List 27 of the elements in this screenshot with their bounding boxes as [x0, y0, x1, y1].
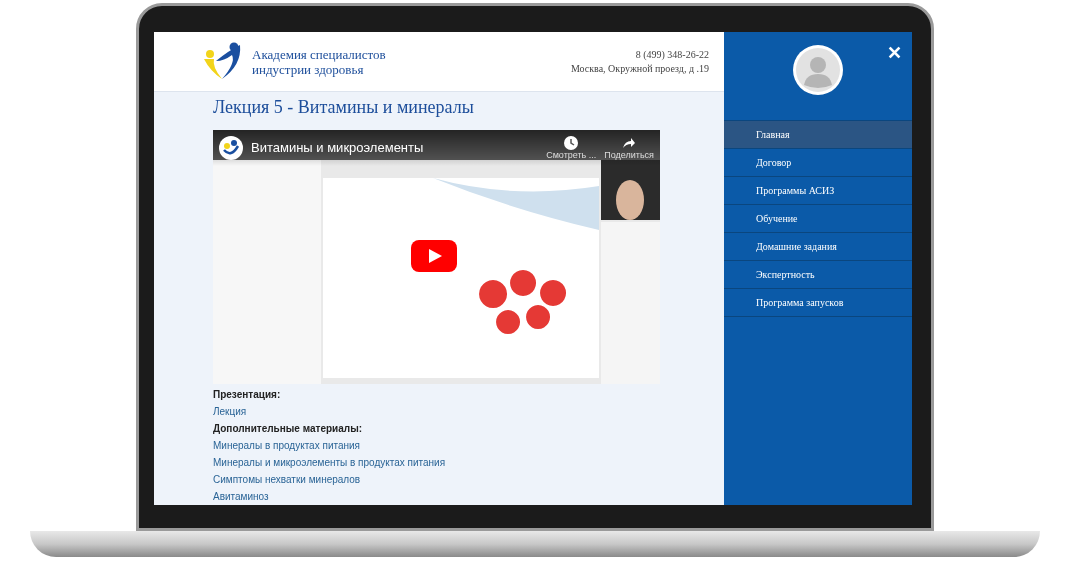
menu-item[interactable]: Главная — [724, 121, 912, 149]
menu-item[interactable]: Экспертность — [724, 261, 912, 289]
menu-item[interactable]: Программы АСИЗ — [724, 177, 912, 205]
menu-item[interactable]: Программа запусков — [724, 289, 912, 317]
material-link[interactable]: Лекция — [213, 403, 247, 420]
academy-name: Академия специалистов индустрии здоровья — [252, 46, 386, 77]
video-player[interactable]: Витамины и микроэлементы Смотреть ... Поделиться — [213, 130, 660, 384]
clock-icon[interactable] — [564, 135, 579, 150]
watch-later-label[interactable]: Смотреть ... — [546, 149, 597, 161]
lecture-title: Лекция 5 - Витамины и минералы — [213, 96, 475, 118]
share-label[interactable]: Поделиться — [604, 149, 654, 161]
menu-item[interactable]: Обучение — [724, 205, 912, 233]
material-link[interactable]: Симптомы нехватки минералов — [213, 471, 361, 488]
channel-avatar-icon — [219, 136, 243, 160]
play-icon[interactable] — [411, 240, 457, 272]
video-title: Витамины и микроэлементы — [251, 139, 425, 158]
menu-item[interactable]: Договор — [724, 149, 912, 177]
section-heading: Дополнительные материалы: — [213, 422, 363, 436]
close-button[interactable]: ✕ — [887, 40, 902, 67]
address: Москва, Окружной проезд, д .19 — [570, 61, 709, 76]
avatar-icon[interactable] — [793, 45, 843, 95]
material-link[interactable]: Авитаминоз — [213, 488, 269, 505]
menu-item[interactable]: Домашние задания — [724, 233, 912, 261]
material-link[interactable]: Минералы в продуктах питания — [213, 437, 361, 454]
phone-number: 8 (499) 348-26-22 — [635, 47, 709, 62]
material-link[interactable]: Минералы и микроэлементы в продуктах питания — [213, 454, 446, 471]
section-heading: Презентация: — [213, 388, 282, 402]
